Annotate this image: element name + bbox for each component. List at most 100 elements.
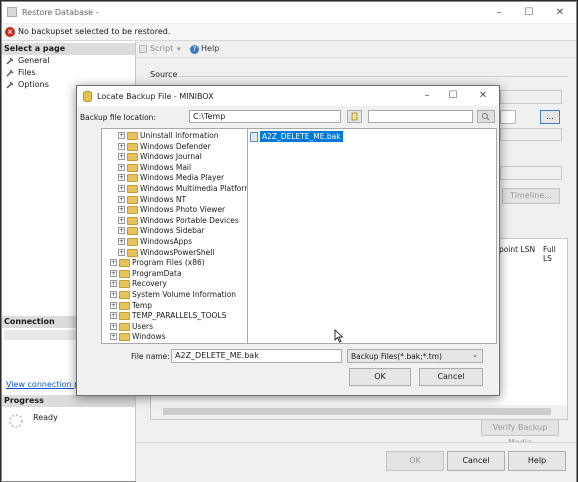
folder-tree[interactable]: + Uninstall Information + Windows Defender +…: [101, 128, 262, 344]
tree-folder-label: Temp: [132, 300, 152, 310]
tree-folder-item[interactable]: + Windows Mail: [102, 162, 247, 173]
tree-folder-item[interactable]: + Windows Sidebar: [102, 225, 247, 236]
grid-horizontal-scrollbar[interactable]: [151, 405, 567, 419]
folder-icon: [127, 163, 138, 172]
progress-status: Ready: [33, 413, 58, 422]
cancel-button[interactable]: Cancel: [447, 451, 505, 471]
folder-icon: [119, 322, 130, 331]
tree-folder-item[interactable]: + Windows Portable Devices: [102, 215, 247, 226]
browse-button[interactable]: ...: [540, 110, 560, 124]
tree-folder-item[interactable]: + Recovery: [102, 278, 247, 289]
expand-icon[interactable]: +: [110, 259, 117, 267]
file-type-dropdown[interactable]: Backup Files(*.bak;*.tm) ⌄: [347, 349, 483, 363]
expand-icon[interactable]: +: [110, 291, 117, 298]
tree-folder-item[interactable]: + Windows Media Player: [102, 172, 247, 183]
folder-icon: [119, 301, 130, 310]
dialog-ok-button[interactable]: OK: [349, 368, 411, 386]
scrollbar-thumb[interactable]: [163, 408, 551, 415]
expand-icon[interactable]: +: [118, 174, 125, 182]
database-icon: [83, 91, 92, 102]
minimize-icon[interactable]: –: [486, 2, 512, 23]
page-files-label: Files: [18, 68, 36, 77]
tree-folder-item[interactable]: + Windows Defender: [102, 141, 247, 152]
timeline-button[interactable]: Timeline...: [502, 188, 560, 204]
ok-button[interactable]: OK: [386, 451, 444, 471]
refresh-button[interactable]: [347, 110, 362, 123]
expand-icon[interactable]: +: [118, 206, 125, 214]
folder-icon: [127, 185, 138, 193]
folder-icon: [119, 269, 130, 278]
expand-icon[interactable]: +: [118, 248, 125, 256]
outer-title-bar: Restore Database - – ☐ ✕: [2, 2, 576, 23]
tree-folder-item[interactable]: + Program Files (x86): [102, 257, 247, 268]
database-combo[interactable]: [500, 90, 562, 104]
page-options[interactable]: Options: [2, 79, 49, 91]
tree-folder-item[interactable]: + Users: [102, 321, 247, 332]
wrench-icon: [6, 57, 14, 65]
expand-icon[interactable]: +: [118, 185, 125, 192]
folder-icon: [127, 206, 138, 215]
script-button[interactable]: Script: [150, 41, 173, 57]
device-path-field[interactable]: [500, 110, 516, 124]
tree-folder-label: Users: [132, 321, 154, 331]
maximize-icon[interactable]: ☐: [516, 2, 542, 23]
dialog-cancel-button[interactable]: Cancel: [419, 368, 483, 386]
spinner-icon: [9, 414, 23, 428]
expand-icon[interactable]: +: [118, 163, 125, 171]
tree-folder-item[interactable]: + Uninstall Information: [102, 130, 247, 141]
help-button[interactable]: Help: [508, 451, 566, 471]
verify-backup-media-button[interactable]: Verify Backup Media: [481, 419, 559, 447]
expand-icon[interactable]: +: [110, 280, 117, 288]
expand-icon[interactable]: +: [118, 227, 125, 235]
view-connection-link[interactable]: View connection pr: [6, 380, 83, 389]
source-label: Source: [150, 70, 178, 79]
location-field[interactable]: C:\Temp: [189, 110, 341, 123]
expand-icon[interactable]: +: [118, 142, 125, 150]
tree-folder-item[interactable]: + Windows: [102, 331, 247, 342]
close-icon[interactable]: ✕: [547, 2, 573, 23]
expand-icon[interactable]: +: [118, 216, 125, 224]
dialog-minimize-icon[interactable]: –: [414, 86, 440, 106]
help-icon: ?: [190, 45, 199, 54]
progress-header: Progress: [2, 395, 135, 407]
page-files[interactable]: Files: [2, 67, 36, 79]
connection-info: [4, 330, 78, 340]
folder-icon: [127, 153, 138, 162]
dialog-maximize-icon[interactable]: ☐: [440, 86, 466, 106]
filter-field[interactable]: [368, 110, 473, 123]
tree-folder-item[interactable]: + ProgramData: [102, 268, 247, 279]
tree-folder-item[interactable]: + Windows NT: [102, 194, 247, 205]
file-name-field[interactable]: A2Z_DELETE_ME.bak: [171, 349, 342, 363]
tree-folder-label: Windows Defender: [140, 141, 211, 151]
restore-to-combo[interactable]: [500, 166, 562, 180]
tree-folder-item[interactable]: + Windows Journal: [102, 151, 247, 162]
dialog-close-icon[interactable]: ✕: [470, 86, 496, 106]
expand-icon[interactable]: +: [110, 333, 117, 341]
tree-folder-item[interactable]: + WindowsPowerShell: [102, 247, 247, 258]
tree-folder-item[interactable]: + WindowsApps: [102, 236, 247, 247]
folder-icon: [127, 142, 138, 151]
tree-folder-label: WindowsApps: [140, 237, 193, 246]
expand-icon[interactable]: +: [118, 238, 125, 245]
expand-icon[interactable]: +: [118, 132, 125, 139]
tree-folder-item[interactable]: + TEMP_PARALLELS_TOOLS: [102, 310, 247, 321]
tree-folder-label: Windows Multimedia Platform: [140, 184, 252, 193]
expand-icon[interactable]: +: [118, 195, 125, 203]
help-toolbar-button[interactable]: Help: [201, 41, 219, 57]
expand-icon[interactable]: +: [110, 312, 117, 320]
database-destination-combo[interactable]: [500, 128, 562, 141]
folder-icon: [127, 238, 138, 246]
selected-file[interactable]: A2Z_DELETE_ME.bak: [260, 131, 343, 142]
page-general[interactable]: General: [2, 55, 50, 67]
tree-folder-item[interactable]: + Windows Photo Viewer: [102, 204, 247, 215]
search-button[interactable]: [477, 110, 495, 123]
expand-icon[interactable]: +: [118, 153, 125, 161]
tree-folder-item[interactable]: + Temp: [102, 300, 247, 311]
tree-folder-item[interactable]: + System Volume Information: [102, 289, 247, 300]
file-list[interactable]: A2Z_DELETE_ME.bak: [247, 128, 497, 344]
script-dropdown-icon[interactable]: ▾: [177, 41, 181, 57]
expand-icon[interactable]: +: [110, 301, 117, 309]
expand-icon[interactable]: +: [110, 269, 117, 277]
expand-icon[interactable]: +: [110, 322, 117, 330]
tree-folder-item[interactable]: + Windows Multimedia Platform: [102, 183, 252, 194]
